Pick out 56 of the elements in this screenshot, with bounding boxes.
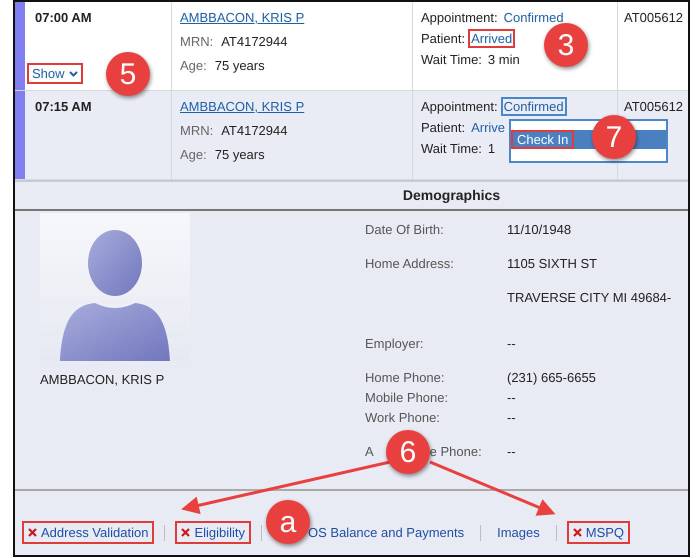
field-label: Employer: (365, 336, 425, 351)
field-label: Work Phone: (365, 410, 441, 425)
menu-item-label: Check In (511, 130, 574, 149)
field-value: 11/10/1948 (507, 222, 572, 237)
field-value: -- (507, 444, 516, 459)
age-label: Age: (180, 147, 207, 162)
status-value: 3 min (486, 51, 521, 69)
status-label: Appointment: (421, 99, 498, 114)
section-title: Demographics (402, 188, 500, 203)
close-icon (181, 528, 190, 537)
status-label: Wait Time: (421, 141, 482, 156)
callout-tooltip: a (266, 500, 310, 544)
field-value: -- (507, 410, 516, 425)
appointment-id: AT005612 (624, 99, 684, 114)
footer-link[interactable]: MSPQ (566, 521, 630, 544)
avatar-icon (40, 213, 190, 361)
close-icon (572, 528, 582, 537)
close-icon (28, 528, 37, 537)
footer-link[interactable]: Images (491, 521, 546, 544)
field-label: e Phone: (430, 444, 482, 459)
field-label: Home Address: (365, 256, 455, 273)
age-value: 75 years (214, 58, 265, 73)
age-label: Age: (180, 58, 207, 73)
patient-name-link[interactable]: AMBBACON, KRIS P (180, 99, 404, 114)
mrn-label: MRN: (180, 123, 214, 138)
field-value: -- (507, 390, 516, 405)
field-value: -- (507, 336, 516, 351)
show-toggle[interactable]: Show (27, 63, 83, 84)
mrn-label: MRN: (180, 34, 214, 49)
appointment-id: AT005612 (624, 10, 684, 25)
appointment-time: 07:00 AM (35, 10, 93, 25)
footer-link[interactable]: Eligibility (175, 521, 252, 544)
footer-link[interactable]: Address Validation (22, 521, 154, 544)
status-value: 1 (486, 140, 496, 158)
status-value[interactable]: Arrive (468, 118, 508, 137)
status-label: Appointment: (421, 10, 498, 25)
field-label: Home Phone: (365, 370, 446, 385)
status-value[interactable]: Confirmed (500, 97, 567, 116)
status-label: Patient: (421, 31, 466, 46)
field-label: Mobile Phone: (365, 390, 450, 405)
callout-tooltip: 6 (386, 430, 430, 474)
field-label: Date Of Birth: (365, 222, 445, 237)
mrn-value: AT4172944 (221, 123, 288, 138)
status-label: Patient: (421, 120, 466, 135)
field-label: A (365, 444, 374, 459)
age-value: 75 years (214, 147, 265, 162)
mrn-value: AT4172944 (221, 34, 288, 49)
status-value[interactable]: Arrived (468, 29, 516, 48)
patient-name-link[interactable]: AMBBACON, KRIS P (180, 10, 404, 25)
field-value: TRAVERSE CITY MI 49684- (507, 290, 672, 305)
field-value: 1105 SIXTH ST (507, 256, 598, 271)
appointment-time: 07:15 AM (35, 99, 93, 114)
status-label: Wait Time: (421, 52, 482, 67)
patient-name: AMBBACON, KRIS P (40, 372, 166, 387)
chevron-down-icon (68, 70, 78, 76)
field-value: (231) 665-6655 (507, 370, 596, 385)
